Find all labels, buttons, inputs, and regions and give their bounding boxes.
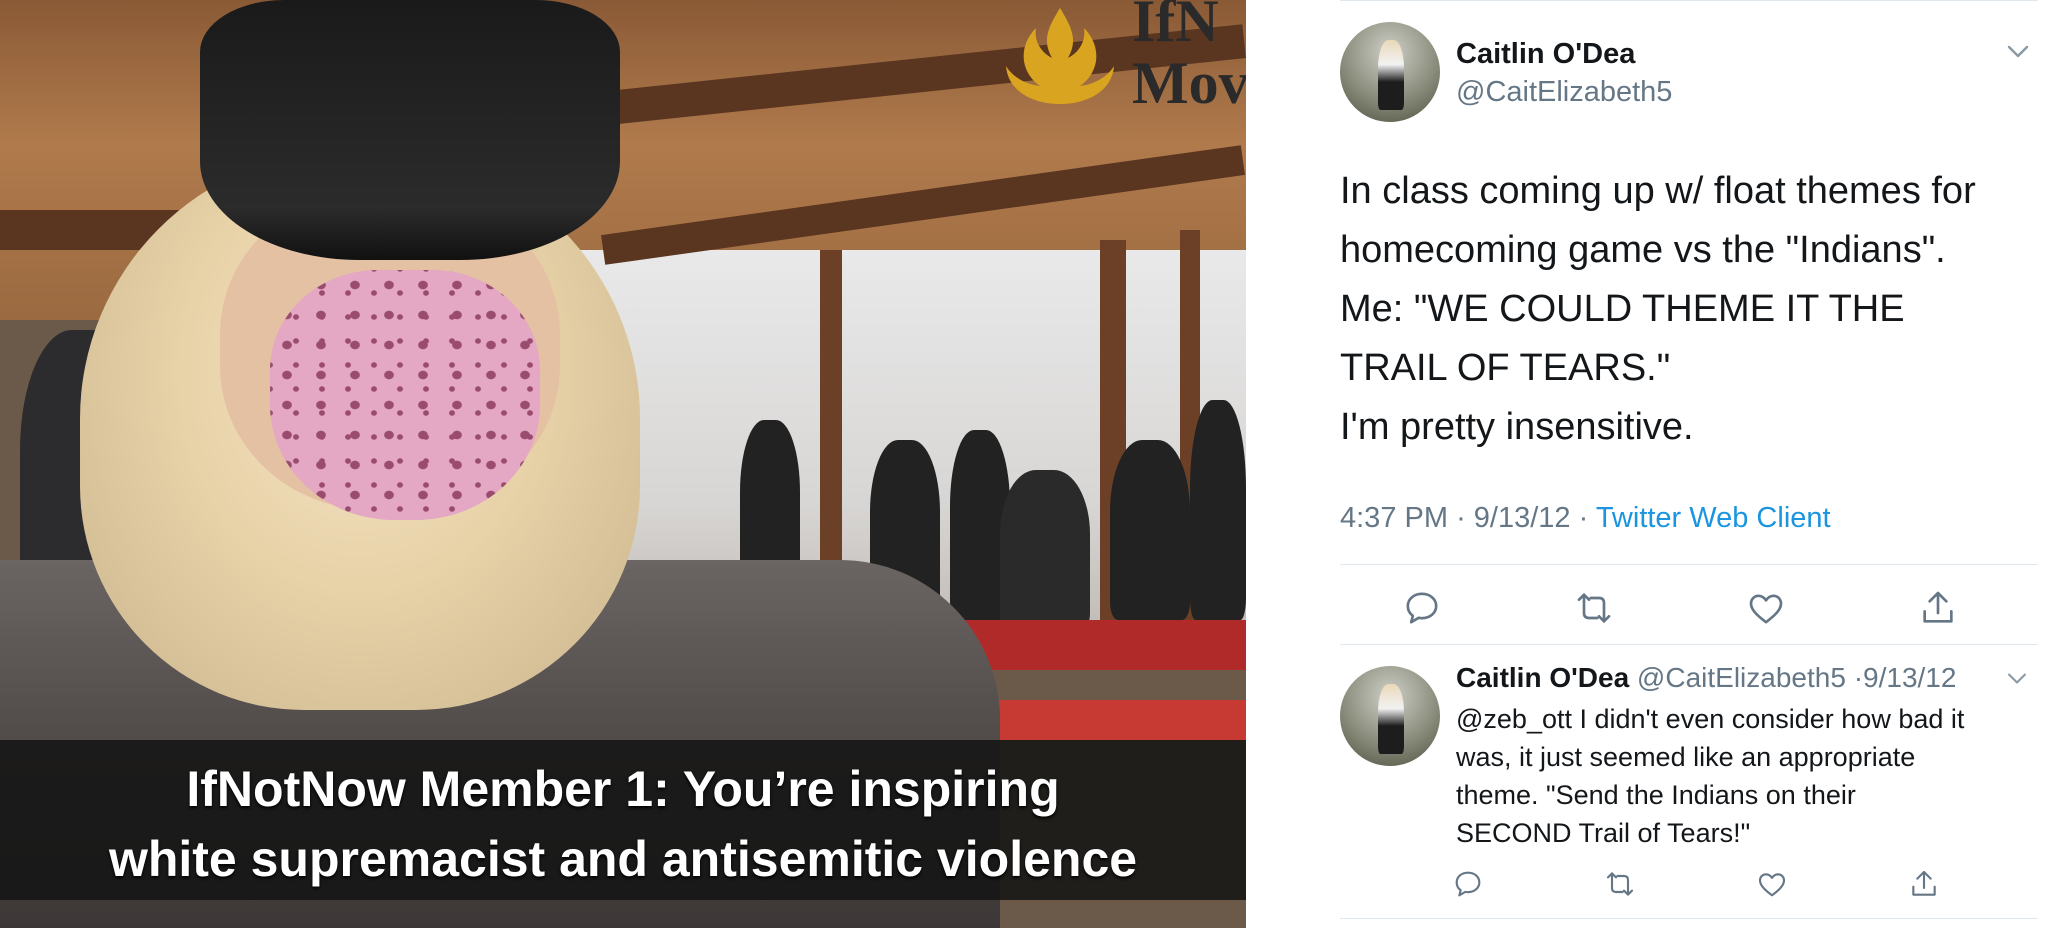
- chevron-down-icon[interactable]: [2006, 44, 2030, 60]
- tweet-line: I'm pretty insensitive.: [1340, 406, 1694, 448]
- video-frame: IfN Mov IfNotNow Member 1: You’re inspir…: [0, 0, 1246, 928]
- tweet-text: In class coming up w/ float themes for h…: [1340, 162, 2040, 457]
- reply-line: @zeb_ott I didn't even consider how bad …: [1456, 704, 1965, 734]
- reply-text: @zeb_ott I didn't even consider how bad …: [1456, 700, 2026, 852]
- reply-author-name[interactable]: Caitlin O'Dea: [1456, 662, 1629, 693]
- reply-header: Caitlin O'Dea @CaitElizabeth5 ·9/13/12: [1456, 662, 1956, 694]
- video-caption: IfNotNow Member 1: You’re inspiring whit…: [0, 740, 1246, 900]
- pavilion-post: [820, 250, 842, 610]
- divider: [1340, 0, 2038, 1]
- retweet-icon[interactable]: [1604, 868, 1636, 900]
- reply-date[interactable]: 9/13/12: [1863, 662, 1956, 693]
- like-icon[interactable]: [1746, 588, 1786, 628]
- black-beanie: [200, 0, 620, 260]
- flame-logo-icon: [1006, 8, 1114, 104]
- divider: [1340, 918, 2038, 919]
- reply-icon[interactable]: [1402, 588, 1442, 628]
- tweet-line: TRAIL OF TEARS.": [1340, 347, 1671, 389]
- like-icon[interactable]: [1756, 868, 1788, 900]
- caption-line-1: IfNotNow Member 1: You’re inspiring: [186, 761, 1060, 817]
- tweet-line: In class coming up w/ float themes for: [1340, 170, 1976, 212]
- logo-wordmark: IfN Mov: [1132, 0, 1246, 116]
- retweet-icon[interactable]: [1574, 588, 1614, 628]
- author-name[interactable]: Caitlin O'Dea: [1456, 38, 1635, 71]
- crowd-person: [1000, 470, 1090, 630]
- tweet-meta: 4:37 PM · 9/13/12 · Twitter Web Client: [1340, 502, 1831, 535]
- crowd-person: [1190, 400, 1246, 620]
- reply-icon[interactable]: [1452, 868, 1484, 900]
- tweet-date[interactable]: 9/13/12: [1474, 502, 1571, 534]
- avatar[interactable]: [1340, 22, 1440, 122]
- reply-author-handle[interactable]: @CaitElizabeth5: [1637, 662, 1846, 693]
- divider: [1340, 564, 2038, 565]
- avatar[interactable]: [1340, 666, 1440, 766]
- reply-line: SECOND Trail of Tears!": [1456, 818, 1751, 848]
- crowd-person: [1110, 440, 1190, 620]
- pink-leopard-mask: [270, 270, 540, 520]
- separator-dot: ·: [1853, 662, 1864, 693]
- ifnotnow-logo: IfN Mov: [1000, 0, 1246, 114]
- separator-dot: ·: [1578, 502, 1596, 534]
- tweet-line: Me: "WE COULD THEME IT THE: [1340, 288, 1905, 330]
- tweet-panel: Caitlin O'Dea @CaitElizabeth5 In class c…: [1270, 0, 2048, 928]
- share-icon[interactable]: [1908, 868, 1940, 900]
- tweet-line: homecoming game vs the "Indians".: [1340, 229, 1946, 271]
- caption-line-2: white supremacist and antisemitic violen…: [108, 831, 1138, 887]
- tweet-time[interactable]: 4:37 PM: [1340, 502, 1448, 534]
- divider: [1340, 644, 2038, 645]
- reply-line: was, it just seemed like an appropriate: [1456, 742, 1916, 772]
- tweet-client-link[interactable]: Twitter Web Client: [1596, 502, 1831, 534]
- chevron-down-icon[interactable]: [2006, 672, 2028, 686]
- reply-line: theme. "Send the Indians on their: [1456, 780, 1856, 810]
- author-handle[interactable]: @CaitElizabeth5: [1456, 76, 1672, 109]
- share-icon[interactable]: [1918, 588, 1958, 628]
- separator-dot: ·: [1456, 502, 1474, 534]
